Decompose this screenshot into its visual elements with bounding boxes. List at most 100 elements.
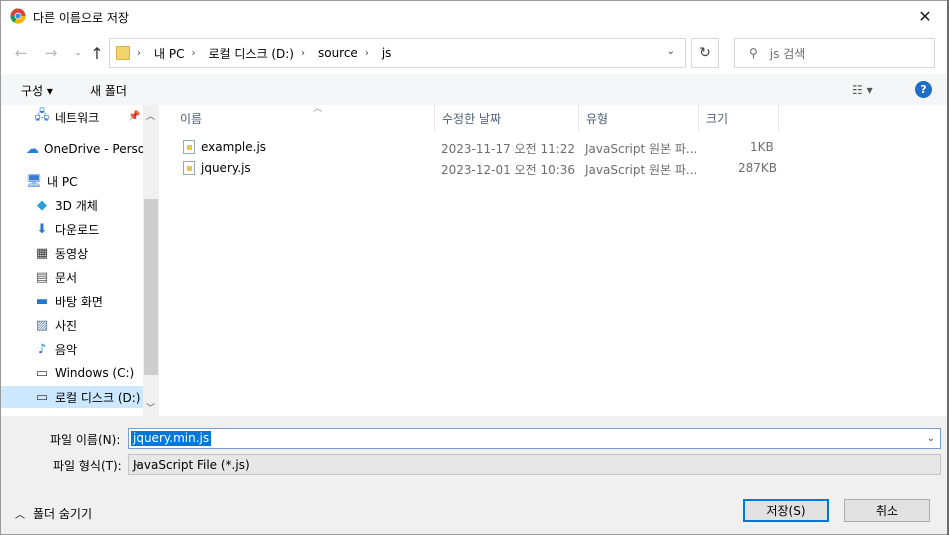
sidebar-item-label: 다운로드 [55, 222, 100, 237]
column-header-label: 수정한 날짜 [442, 111, 502, 126]
sidebar-item-this-pc[interactable]: 🖥 내 PC [1, 170, 143, 192]
sidebar-item-label: 동영상 [55, 246, 89, 261]
desktop-icon: ▬ [35, 293, 49, 309]
column-header-modified[interactable]: 수정한 날짜 [435, 105, 579, 131]
filetype-select[interactable]: JavaScript File (*.js) ⌄ [128, 454, 941, 475]
column-header-label: 이름 [180, 111, 203, 126]
sidebar-item-label: 음악 [55, 342, 78, 357]
sidebar-item-label: 내 PC [47, 174, 78, 189]
breadcrumb-item[interactable]: 내 PC [154, 45, 184, 62]
file-row[interactable]: example.js 2023-11-17 오전 11:22 JavaScrip… [177, 137, 777, 158]
chevron-down-icon: ⌄ [74, 48, 82, 58]
new-folder-button[interactable]: 새 폴더 [90, 82, 127, 99]
address-dropdown-icon[interactable]: ⌄ [667, 46, 675, 57]
pin-icon: 📌 [128, 111, 141, 122]
column-header-size[interactable]: 크기 [699, 105, 779, 131]
sidebar-item-label: 바탕 화면 [55, 294, 103, 309]
search-placeholder: js 검색 [769, 46, 806, 61]
breadcrumb-item[interactable]: source [318, 46, 358, 60]
sidebar-item-label: 사진 [55, 318, 78, 333]
pc-icon: 🖥 [25, 173, 43, 189]
filename-input[interactable]: jquery.min.js ⌄ [128, 428, 941, 449]
scroll-down-icon[interactable]: ﹀ [146, 401, 155, 414]
filename-value: jquery.min.js [131, 431, 212, 446]
breadcrumb-separator-icon[interactable]: › [301, 48, 305, 59]
hide-folders-label: 폴더 숨기기 [33, 507, 93, 521]
search-input[interactable]: ⚲ js 검색 [734, 38, 935, 68]
back-arrow-icon: ← [14, 44, 28, 62]
up-arrow-icon: ↑ [90, 43, 104, 63]
close-button[interactable]: ✕ [902, 1, 948, 32]
address-bar[interactable]: › 내 PC › 로컬 디스크 (D:) › source › js ⌄ [109, 38, 686, 68]
music-icon: ♪ [37, 341, 47, 357]
organize-button[interactable]: 구성 ▾ [21, 82, 53, 99]
forward-button[interactable]: → [41, 43, 61, 63]
close-icon: ✕ [918, 7, 932, 26]
sidebar-item-label: 로컬 디스크 (D:) [55, 390, 141, 405]
up-button[interactable]: ↑ [87, 43, 107, 63]
chevron-down-icon: ⌄ [133, 458, 142, 469]
sidebar-item-documents[interactable]: ▤ 문서 [1, 266, 143, 288]
recent-locations-button[interactable]: ⌄ [68, 43, 88, 63]
picture-icon: ▨ [35, 317, 49, 333]
file-row[interactable]: jquery.js 2023-12-01 오전 10:36 JavaScript… [177, 158, 777, 179]
network-icon: 🖧 [34, 108, 50, 123]
cloud-icon: ☁ [26, 141, 39, 157]
breadcrumb-separator-icon[interactable]: › [191, 48, 195, 59]
javascript-file-icon [183, 161, 195, 175]
view-options-button[interactable]: ☷ ▾ [852, 83, 873, 97]
save-as-dialog: 다른 이름으로 저장 ✕ ← → ⌄ ↑ › 내 PC › 로컬 디스크 (D:… [0, 0, 949, 535]
sidebar-scrollbar[interactable]: ︿ ﹀ [143, 105, 158, 416]
filetype-label: 파일 형식(T): [53, 459, 122, 473]
column-header-label: 유형 [586, 111, 609, 126]
file-size: 1KB [750, 140, 774, 154]
file-type: JavaScript 원본 파... [585, 142, 698, 156]
back-button[interactable]: ← [11, 43, 31, 63]
sidebar-item-videos[interactable]: ▦ 동영상 [1, 242, 143, 264]
sidebar-item-network[interactable]: 🖧 네트워크 [1, 106, 143, 128]
cancel-button[interactable]: 취소 [844, 499, 930, 522]
chevron-down-icon[interactable]: ⌄ [927, 433, 935, 444]
download-icon: ⬇ [36, 221, 48, 237]
sidebar-item-music[interactable]: ♪ 음악 [1, 338, 143, 360]
scrollbar-thumb[interactable] [144, 199, 158, 375]
chrome-icon [10, 8, 26, 24]
help-button[interactable]: ? [915, 81, 932, 98]
file-name: jquery.js [201, 161, 251, 175]
search-icon: ⚲ [749, 46, 758, 60]
sidebar-item-label: OneDrive - Person [44, 142, 143, 156]
sidebar-item-label: 3D 개체 [55, 198, 98, 213]
scroll-up-icon[interactable]: ︿ [146, 109, 155, 122]
hide-folders-button[interactable]: ︿ 폴더 숨기기 [15, 505, 92, 522]
sidebar-item-drive-c[interactable]: ▭ Windows (C:) [1, 362, 143, 384]
breadcrumb-item[interactable]: js [382, 46, 392, 60]
refresh-button[interactable]: ↻ [691, 38, 719, 68]
breadcrumb-separator-icon: › [137, 47, 141, 59]
column-header-type[interactable]: 유형 [579, 105, 699, 131]
column-header-name[interactable]: 이름 ︿ [173, 104, 435, 131]
sidebar-item-pictures[interactable]: ▨ 사진 [1, 314, 143, 336]
sidebar-item-drive-d[interactable]: ▭ 로컬 디스크 (D:) [1, 386, 143, 408]
drive-icon: ▭ [35, 389, 49, 405]
breadcrumb-item[interactable]: 로컬 디스크 (D:) [208, 45, 293, 62]
sidebar-item-downloads[interactable]: ⬇ 다운로드 [1, 218, 143, 240]
sort-ascending-icon: ︿ [313, 104, 323, 114]
save-button[interactable]: 저장(S) [743, 499, 829, 522]
file-name: example.js [201, 140, 267, 154]
chevron-up-icon: ︿ [15, 510, 25, 521]
save-form-panel: 파일 이름(N): jquery.min.js ⌄ 파일 형식(T): Java… [1, 416, 948, 534]
drive-icon: ▭ [35, 365, 49, 381]
file-size: 287KB [738, 161, 778, 175]
sidebar-item-desktop[interactable]: ▬ 바탕 화면 [1, 290, 143, 312]
forward-arrow-icon: → [44, 44, 58, 62]
file-modified: 2023-11-17 오전 11:22 [441, 142, 576, 156]
window-title: 다른 이름으로 저장 [33, 11, 129, 25]
sidebar-item-label: 네트워크 [55, 110, 100, 125]
sidebar-item-3d-objects[interactable]: ◆ 3D 개체 [1, 194, 143, 216]
file-type: JavaScript 원본 파... [585, 163, 698, 177]
video-icon: ▦ [35, 245, 49, 261]
breadcrumb-separator-icon[interactable]: › [365, 48, 369, 59]
command-toolbar: 구성 ▾ 새 폴더 ☷ ▾ ? [1, 74, 948, 105]
sidebar-item-onedrive[interactable]: ☁ OneDrive - Person [1, 138, 143, 160]
title-bar: 다른 이름으로 저장 ✕ [1, 1, 948, 32]
